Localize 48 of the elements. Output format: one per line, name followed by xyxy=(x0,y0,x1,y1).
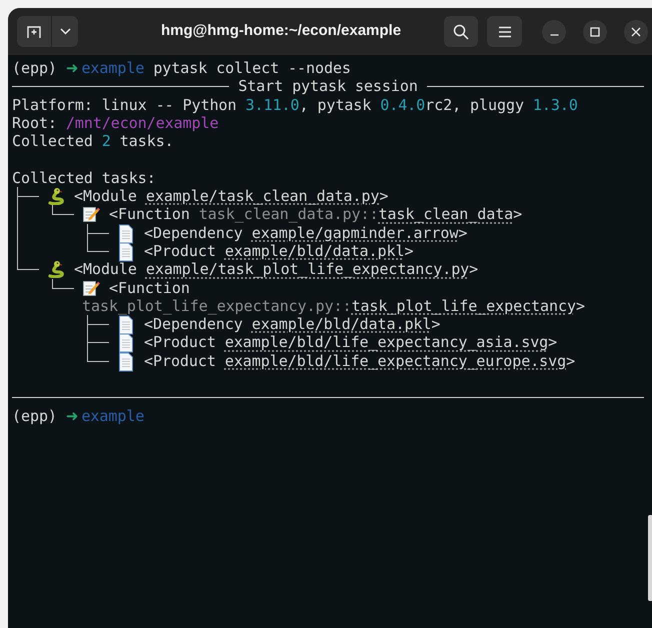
env-name: (epp) xyxy=(12,406,57,425)
output-line: Platform: linux -- Python 3.11.0, pytask 0.4.0rc2, pluggy 1.3.0 xyxy=(12,96,578,114)
output-line: Root: /mnt/econ/example xyxy=(12,114,219,132)
tree-node-label: <Dependency example/bld/data.pkl> xyxy=(144,315,440,334)
function-keyword: <Function xyxy=(109,205,190,224)
current-directory: example xyxy=(81,406,144,425)
tree-node-label: <Product example/bld/data.pkl> xyxy=(144,242,414,260)
document-icon xyxy=(117,242,135,260)
minimize-icon xyxy=(550,34,558,36)
menu-icon xyxy=(498,26,512,38)
function-name: task_plot_life_expectancy.py::task_plot_life_expectancy> xyxy=(82,296,585,315)
prompt-arrow: ➜ xyxy=(66,406,78,425)
search-button[interactable] xyxy=(444,16,478,47)
dropdown-button[interactable] xyxy=(52,16,78,47)
chevron-down-icon xyxy=(60,28,70,35)
prompt-arrow: ➜ xyxy=(66,59,78,78)
tree-node-label: <Module example/task_clean_data.py> xyxy=(74,187,388,206)
close-button[interactable] xyxy=(624,20,648,44)
maximize-button[interactable] xyxy=(583,20,607,44)
tree-node-label: <Product example/bld/life_expectancy_europe.svg> xyxy=(144,352,576,370)
env-name: (epp) xyxy=(12,59,57,78)
command: pytask collect --nodes xyxy=(153,59,351,78)
new-tab-icon xyxy=(26,24,42,38)
document-icon xyxy=(117,224,135,242)
maximize-icon xyxy=(590,26,600,36)
scrollbar-thumb[interactable] xyxy=(648,515,652,601)
snake-icon xyxy=(47,187,65,206)
function-keyword: <Function xyxy=(109,278,190,297)
search-icon xyxy=(453,24,469,40)
current-directory: example xyxy=(81,59,144,78)
function-name: task_clean_data.py::task_clean_data> xyxy=(198,205,522,224)
document-icon xyxy=(117,352,135,370)
new-tab-button[interactable] xyxy=(17,16,52,47)
window-title: hmg@hmg-home:~/econ/example xyxy=(160,21,402,42)
tree-node-label: <Module example/task_plot_life_expectancy.py> xyxy=(74,260,478,278)
minimize-button[interactable] xyxy=(542,20,566,44)
memo-icon xyxy=(82,205,100,224)
session-header: Start pytask session xyxy=(237,77,419,96)
menu-button[interactable] xyxy=(487,16,522,47)
close-icon xyxy=(631,26,641,36)
output-line: Collected tasks: xyxy=(12,168,156,187)
output-line: Collected 2 tasks. xyxy=(12,132,174,150)
document-icon xyxy=(117,315,135,334)
snake-icon xyxy=(47,260,65,278)
document-icon xyxy=(117,333,135,352)
memo-icon xyxy=(82,278,100,297)
tree-node-label: <Product example/bld/life_expectancy_asia.svg> xyxy=(144,333,558,352)
tree-node-label: <Dependency example/gapminder.arrow> xyxy=(144,224,468,242)
